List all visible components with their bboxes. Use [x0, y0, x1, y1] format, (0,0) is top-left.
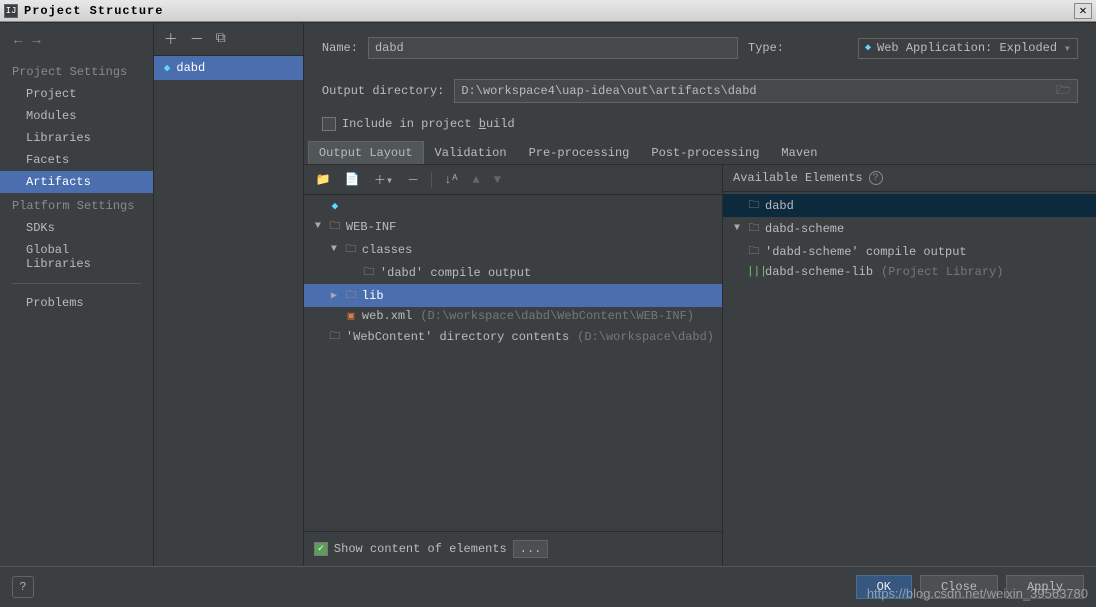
sidebar-item-project[interactable]: Project — [0, 83, 153, 105]
include-build-label: Include in project build — [342, 117, 515, 131]
available-header-label: Available Elements — [733, 171, 863, 185]
show-content-checkbox[interactable]: ✓ — [314, 542, 328, 556]
show-content-config-button[interactable]: ... — [513, 540, 549, 558]
new-folder-icon[interactable]: 📁 — [312, 170, 335, 189]
type-value: Web Application: Exploded — [877, 41, 1058, 55]
window-title: Project Structure — [24, 4, 1074, 18]
section-platform-settings: Platform Settings — [0, 193, 153, 217]
available-hint: (Project Library) — [881, 265, 1003, 279]
tree-hint: (D:\workspace\dabd) — [577, 330, 714, 344]
available-tree[interactable]: 🗀dabd▼🗀dabd-scheme🗀'dabd-scheme' compile… — [723, 192, 1096, 566]
sidebar-item-artifacts[interactable]: Artifacts — [0, 171, 153, 193]
name-label: Name: — [322, 41, 358, 55]
tree-row[interactable]: 🗀'WebContent' directory contents(D:\work… — [304, 325, 722, 348]
sidebar-item-problems[interactable]: Problems — [0, 292, 153, 314]
tree-label: WEB-INF — [346, 220, 396, 234]
sidebar-item-modules[interactable]: Modules — [0, 105, 153, 127]
tab-pre-processing[interactable]: Pre-processing — [518, 141, 641, 164]
tree-row[interactable]: ▼🗀WEB-INF — [304, 215, 722, 238]
help-button[interactable]: ? — [12, 576, 34, 598]
artifact-list-panel: ＋ － ⧉ ◆ dabd — [154, 23, 304, 566]
main-panel: Name: Type: ◆ Web Application: Exploded … — [304, 23, 1096, 566]
close-window-button[interactable]: ✕ — [1074, 3, 1092, 19]
type-label: Type: — [748, 41, 848, 55]
titlebar: IJ Project Structure ✕ — [0, 0, 1096, 22]
tree-row[interactable]: ▣web.xml(D:\workspace\dabd\WebContent\WE… — [304, 307, 722, 325]
available-row[interactable]: 🗀'dabd-scheme' compile output — [723, 240, 1096, 263]
forward-arrow-icon[interactable]: → — [32, 33, 40, 49]
body: ← → Project Settings ProjectModulesLibra… — [0, 22, 1096, 566]
help-icon[interactable]: ? — [869, 171, 883, 185]
available-row[interactable]: ▼🗀dabd-scheme — [723, 217, 1096, 240]
tree-label: web.xml — [362, 309, 412, 323]
section-project-settings: Project Settings — [0, 59, 153, 83]
new-file-icon[interactable]: 📄 — [341, 170, 364, 189]
tree-label: classes — [362, 243, 412, 257]
output-layout-panel: 📁 📄 ＋▾ － ↓ᴬ ▲ ▼ ◆▼🗀WEB-INF▼🗀classes🗀'dab… — [304, 165, 723, 566]
sort-icon[interactable]: ↓ᴬ — [440, 171, 462, 189]
add-icon[interactable]: ＋ — [164, 29, 178, 49]
remove-item-icon[interactable]: － — [403, 169, 423, 190]
sidebar-item-facets[interactable]: Facets — [0, 149, 153, 171]
expand-icon[interactable]: ▼ — [731, 223, 743, 234]
back-arrow-icon[interactable]: ← — [14, 33, 22, 49]
sidebar-item-libraries[interactable]: Libraries — [0, 127, 153, 149]
tree-label: 'dabd' compile output — [380, 266, 531, 280]
tree-row[interactable]: ▼🗀classes — [304, 238, 722, 261]
app-icon: IJ — [4, 4, 18, 18]
chevron-down-icon: ▾ — [1064, 41, 1071, 56]
settings-sidebar: ← → Project Settings ProjectModulesLibra… — [0, 23, 154, 566]
tree-row[interactable]: ◆ — [304, 197, 722, 215]
available-elements-panel: Available Elements ? 🗀dabd▼🗀dabd-scheme🗀… — [723, 165, 1096, 566]
output-dir-field[interactable]: 🗁 — [454, 79, 1078, 103]
show-content-label: Show content of elements — [334, 542, 507, 556]
available-label: dabd — [765, 199, 794, 213]
available-row[interactable]: |||dabd-scheme-lib(Project Library) — [723, 263, 1096, 281]
web-app-icon: ◆ — [865, 42, 871, 54]
available-row[interactable]: 🗀dabd — [723, 194, 1096, 217]
available-label: 'dabd-scheme' compile output — [765, 245, 967, 259]
apply-button[interactable]: Apply — [1006, 575, 1084, 599]
artifact-label: dabd — [176, 61, 205, 75]
toolbar-separator — [431, 172, 432, 188]
browse-folder-icon[interactable]: 🗁 — [1056, 81, 1071, 102]
type-select[interactable]: ◆ Web Application: Exploded ▾ — [858, 38, 1078, 59]
artifact-icon: ◆ — [164, 61, 171, 75]
tree-label: 'WebContent' directory contents — [346, 330, 569, 344]
expand-icon[interactable]: ▼ — [312, 221, 324, 232]
output-toolbar: 📁 📄 ＋▾ － ↓ᴬ ▲ ▼ — [304, 165, 722, 195]
available-label: dabd-scheme — [765, 222, 844, 236]
artifact-toolbar: ＋ － ⧉ — [154, 23, 303, 56]
sidebar-item-sdks[interactable]: SDKs — [0, 217, 153, 239]
move-down-icon[interactable]: ▼ — [490, 171, 505, 189]
expand-icon[interactable]: ▶ — [328, 290, 340, 302]
sidebar-divider — [12, 283, 141, 284]
move-up-icon[interactable]: ▲ — [468, 171, 483, 189]
dialog-footer: ? OK Close Apply — [0, 566, 1096, 607]
output-tree[interactable]: ◆▼🗀WEB-INF▼🗀classes🗀'dabd' compile outpu… — [304, 195, 722, 531]
tab-validation[interactable]: Validation — [424, 141, 518, 164]
tab-maven[interactable]: Maven — [770, 141, 828, 164]
copy-icon[interactable]: ⧉ — [216, 31, 226, 47]
tree-label: lib — [362, 289, 384, 303]
tree-row[interactable]: ▶🗀lib — [304, 284, 722, 307]
tab-output-layout[interactable]: Output Layout — [308, 141, 424, 164]
artifact-item[interactable]: ◆ dabd — [154, 56, 303, 80]
remove-icon[interactable]: － — [190, 29, 204, 49]
content-split: 📁 📄 ＋▾ － ↓ᴬ ▲ ▼ ◆▼🗀WEB-INF▼🗀classes🗀'dab… — [304, 165, 1096, 566]
sidebar-item-global-libraries[interactable]: Global Libraries — [0, 239, 153, 275]
cancel-button[interactable]: Close — [920, 575, 998, 599]
name-input[interactable] — [368, 37, 738, 59]
include-build-checkbox[interactable] — [322, 117, 336, 131]
tree-row[interactable]: 🗀'dabd' compile output — [304, 261, 722, 284]
tabs: Output LayoutValidationPre-processingPos… — [304, 141, 1096, 165]
output-dir-input[interactable] — [461, 84, 1050, 98]
output-dir-label: Output directory: — [322, 84, 444, 98]
tree-hint: (D:\workspace\dabd\WebContent\WEB-INF) — [420, 309, 694, 323]
ok-button[interactable]: OK — [856, 575, 912, 599]
add-copy-icon[interactable]: ＋▾ — [370, 169, 397, 190]
available-label: dabd-scheme-lib — [765, 265, 873, 279]
expand-icon[interactable]: ▼ — [328, 244, 340, 255]
tab-post-processing[interactable]: Post-processing — [640, 141, 770, 164]
